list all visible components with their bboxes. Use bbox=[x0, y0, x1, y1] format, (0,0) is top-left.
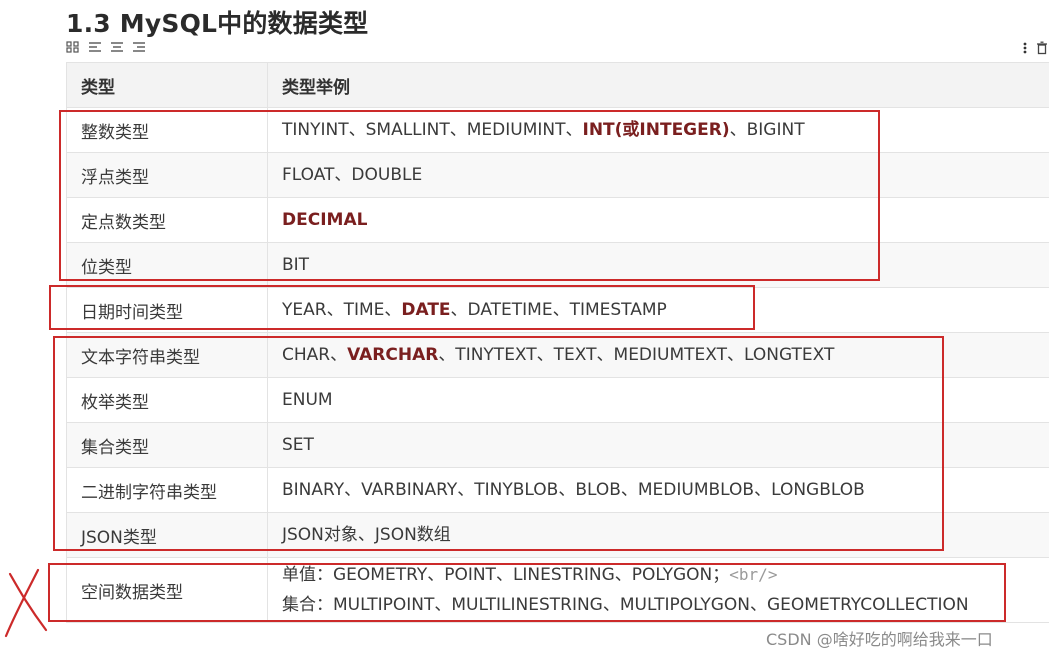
examples-text: FLOAT、DOUBLE bbox=[282, 165, 423, 185]
table-row: 二进制字符串类型 BINARY、VARBINARY、TINYBLOB、BLOB、M… bbox=[66, 467, 1049, 513]
examples-text: BIT bbox=[282, 255, 310, 275]
html-tag-text: <br/> bbox=[729, 565, 778, 584]
examples-line: SET bbox=[282, 430, 1044, 460]
examples-text: 、BIGINT bbox=[729, 120, 805, 140]
examples-cell: ENUM bbox=[267, 377, 1049, 423]
table-row: 整数类型 TINYINT、SMALLINT、MEDIUMINT、INT(或INTE… bbox=[66, 107, 1049, 153]
table-row: JSON类型 JSON对象、JSON数组 bbox=[66, 512, 1049, 558]
align-toolbar bbox=[66, 40, 146, 54]
page-title: 1.3 MySQL中的数据类型 bbox=[66, 9, 369, 38]
examples-text: SET bbox=[282, 435, 314, 455]
type-cell: 浮点类型 bbox=[66, 152, 268, 198]
examples-text: JSON对象、JSON数组 bbox=[282, 525, 451, 545]
grid-icon[interactable] bbox=[66, 41, 80, 53]
table-header-row: 类型 类型举例 bbox=[66, 62, 1049, 108]
examples-cell: SET bbox=[267, 422, 1049, 468]
examples-text: CHAR、 bbox=[282, 345, 348, 365]
table-row: 集合类型 SET bbox=[66, 422, 1049, 468]
highlighted-type: DATE bbox=[401, 300, 451, 320]
examples-cell: YEAR、TIME、DATE、DATETIME、TIMESTAMP bbox=[267, 287, 1049, 333]
examples-line: YEAR、TIME、DATE、DATETIME、TIMESTAMP bbox=[282, 295, 1044, 325]
examples-cell: BINARY、VARBINARY、TINYBLOB、BLOB、MEDIUMBLO… bbox=[267, 467, 1049, 513]
examples-line: BIT bbox=[282, 250, 1044, 280]
examples-cell: FLOAT、DOUBLE bbox=[267, 152, 1049, 198]
examples-text: YEAR、TIME、 bbox=[282, 300, 402, 320]
column-header-examples: 类型举例 bbox=[267, 62, 1049, 108]
examples-cell: BIT bbox=[267, 242, 1049, 288]
examples-cell: DECIMAL bbox=[267, 197, 1049, 243]
table-row: 位类型 BIT bbox=[66, 242, 1049, 288]
examples-text: TINYINT、SMALLINT、MEDIUMINT、 bbox=[282, 120, 583, 140]
table-row: 文本字符串类型 CHAR、VARCHAR、TINYTEXT、TEXT、MEDIUM… bbox=[66, 332, 1049, 378]
table-row: 枚举类型 ENUM bbox=[66, 377, 1049, 423]
table-row: 日期时间类型 YEAR、TIME、DATE、DATETIME、TIMESTAMP bbox=[66, 287, 1049, 333]
align-center-icon[interactable] bbox=[110, 41, 124, 53]
highlighted-type: VARCHAR bbox=[347, 345, 439, 365]
data-types-table: 类型 类型举例 整数类型 TINYINT、SMALLINT、MEDIUMINT、I… bbox=[66, 62, 1049, 623]
column-header-type: 类型 bbox=[66, 62, 268, 108]
examples-line: TINYINT、SMALLINT、MEDIUMINT、INT(或INTEGER)… bbox=[282, 115, 1044, 145]
examples-line: CHAR、VARCHAR、TINYTEXT、TEXT、MEDIUMTEXT、LO… bbox=[282, 340, 1044, 370]
table-row: 空间数据类型 单值：GEOMETRY、POINT、LINESTRING、POLYG… bbox=[66, 557, 1049, 623]
examples-text: ENUM bbox=[282, 390, 333, 410]
examples-cell: 单值：GEOMETRY、POINT、LINESTRING、POLYGON；<br… bbox=[267, 557, 1049, 623]
type-cell: 枚举类型 bbox=[66, 377, 268, 423]
examples-line: BINARY、VARBINARY、TINYBLOB、BLOB、MEDIUMBLO… bbox=[282, 475, 1044, 505]
examples-line: ENUM bbox=[282, 385, 1044, 415]
type-cell: 整数类型 bbox=[66, 107, 268, 153]
delete-icon[interactable] bbox=[1036, 40, 1048, 55]
examples-text: 集合：MULTIPOINT、MULTILINESTRING、MULTIPOLYG… bbox=[282, 595, 969, 615]
examples-text: BINARY、VARBINARY、TINYBLOB、BLOB、MEDIUMBLO… bbox=[282, 480, 865, 500]
type-cell: 集合类型 bbox=[66, 422, 268, 468]
type-cell: JSON类型 bbox=[66, 512, 268, 558]
align-left-icon[interactable] bbox=[88, 41, 102, 53]
highlighted-type: DECIMAL bbox=[282, 210, 368, 230]
examples-text: 单值：GEOMETRY、POINT、LINESTRING、POLYGON； bbox=[282, 565, 730, 585]
examples-line: FLOAT、DOUBLE bbox=[282, 160, 1044, 190]
table-body: 整数类型 TINYINT、SMALLINT、MEDIUMINT、INT(或INTE… bbox=[66, 107, 1049, 623]
examples-line: DECIMAL bbox=[282, 205, 1044, 235]
type-cell: 定点数类型 bbox=[66, 197, 268, 243]
more-options-icon[interactable] bbox=[1022, 40, 1028, 54]
examples-text: 、TINYTEXT、TEXT、MEDIUMTEXT、LONGTEXT bbox=[438, 345, 835, 365]
cross-mark-icon bbox=[4, 568, 48, 638]
type-cell: 文本字符串类型 bbox=[66, 332, 268, 378]
examples-line: 单值：GEOMETRY、POINT、LINESTRING、POLYGON；<br… bbox=[282, 560, 1044, 590]
watermark: CSDN @啥好吃的啊给我来一口 bbox=[766, 630, 993, 649]
type-cell: 空间数据类型 bbox=[66, 557, 268, 623]
examples-cell: TINYINT、SMALLINT、MEDIUMINT、INT(或INTEGER)… bbox=[267, 107, 1049, 153]
align-right-icon[interactable] bbox=[132, 41, 146, 53]
examples-cell: CHAR、VARCHAR、TINYTEXT、TEXT、MEDIUMTEXT、LO… bbox=[267, 332, 1049, 378]
table-row: 浮点类型 FLOAT、DOUBLE bbox=[66, 152, 1049, 198]
examples-line: JSON对象、JSON数组 bbox=[282, 520, 1044, 550]
table-row: 定点数类型 DECIMAL bbox=[66, 197, 1049, 243]
type-cell: 日期时间类型 bbox=[66, 287, 268, 333]
type-cell: 位类型 bbox=[66, 242, 268, 288]
examples-cell: JSON对象、JSON数组 bbox=[267, 512, 1049, 558]
type-cell: 二进制字符串类型 bbox=[66, 467, 268, 513]
examples-text: 、DATETIME、TIMESTAMP bbox=[450, 300, 667, 320]
highlighted-type: INT(或INTEGER) bbox=[582, 120, 730, 140]
examples-line: 集合：MULTIPOINT、MULTILINESTRING、MULTIPOLYG… bbox=[282, 590, 1044, 620]
